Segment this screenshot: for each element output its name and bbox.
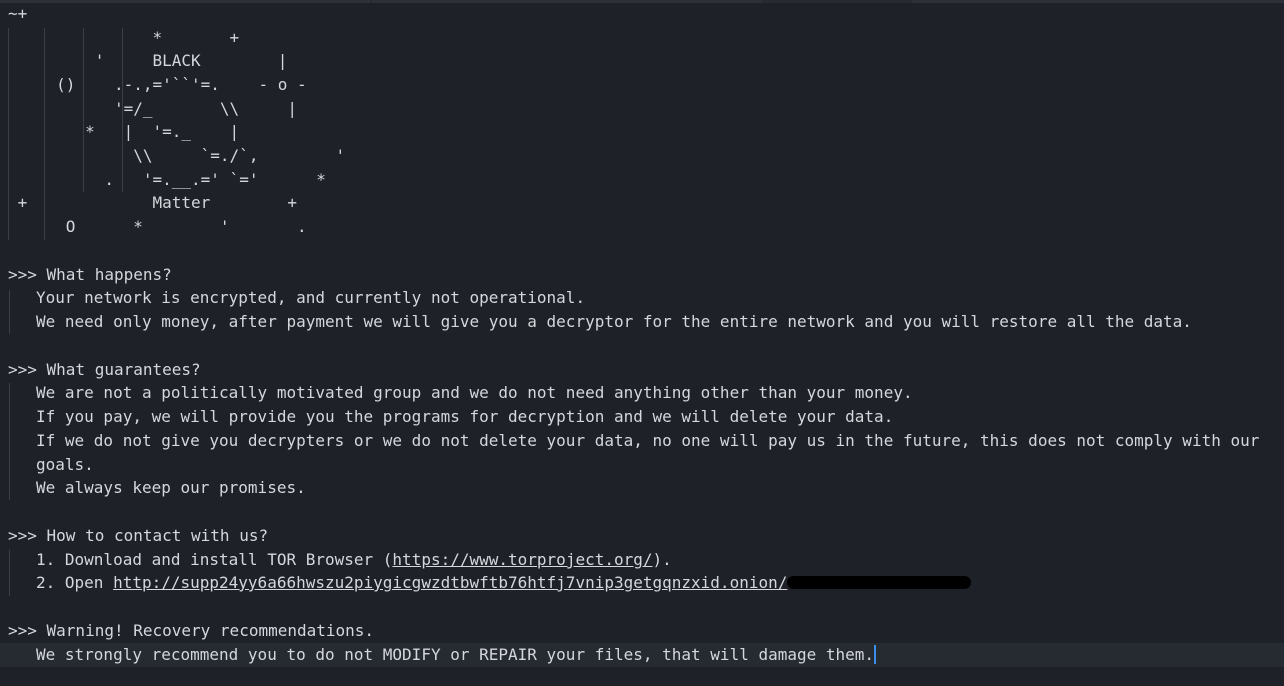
section-heading: >>> Warning! Recovery recommendations. — [8, 621, 375, 640]
ascii-art-line: * | '=._ | — [8, 122, 240, 141]
section-heading: >>> What happens? — [8, 265, 172, 284]
indent-guide — [9, 290, 10, 334]
tab-strip-segment — [0, 0, 370, 3]
onion-link[interactable]: http://supp24yy6a66hwszu2piygicgwzdtbwft… — [113, 573, 972, 592]
tab-strip-segment — [912, 0, 1284, 3]
ascii-art-line: * + — [8, 28, 240, 47]
ascii-art-line: O * ' . — [8, 217, 307, 236]
note-text-line: We are not a politically motivated group… — [36, 383, 913, 402]
step-text: 2. Open — [36, 573, 114, 592]
onion-link-text: http://supp24yy6a66hwszu2piygicgwzdtbwft… — [113, 573, 788, 592]
section-heading: >>> What guarantees? — [8, 360, 201, 379]
note-text-line: We need only money, after payment we wil… — [36, 312, 1192, 331]
section-heading: >>> How to contact with us? — [8, 526, 269, 545]
ascii-art-line: '=/_ \\ | — [8, 99, 297, 118]
ascii-art-line: . '=.__.=' `=' * — [8, 170, 326, 189]
redaction-mark — [787, 575, 972, 589]
tor-project-link[interactable]: https://www.torproject.org/ — [392, 550, 652, 569]
note-text-line[interactable]: We strongly recommend you to do not MODI… — [36, 643, 877, 667]
contact-step-2: 2. Open http://supp24yy6a66hwszu2piygicg… — [36, 571, 972, 595]
step-text: 1. Download and install TOR Browser ( — [36, 550, 393, 569]
step-text: ). — [652, 550, 672, 569]
note-text-line: Your network is encrypted, and currently… — [36, 288, 586, 307]
indent-guide — [9, 550, 10, 596]
editor-top-strip — [0, 0, 1284, 3]
indent-guide — [9, 383, 10, 500]
contact-step-1: 1. Download and install TOR Browser (htt… — [36, 548, 672, 572]
note-text-line: If we do not give you decrypters or we d… — [36, 431, 1260, 450]
text-caret — [874, 644, 877, 664]
ascii-art-line: ' BLACK | — [8, 51, 288, 70]
warning-text: We strongly recommend you to do not MODI… — [36, 645, 875, 664]
ascii-art-line: () .-.,='``'=. - o - — [8, 75, 307, 94]
note-text-line: We always keep our promises. — [36, 478, 306, 497]
ascii-art-line: + Matter + — [8, 193, 297, 212]
ascii-art-line: \\ `=./`, ' — [8, 146, 346, 165]
note-text-line: If you pay, we will provide you the prog… — [36, 407, 894, 426]
ascii-art-line: ~+ — [8, 4, 28, 23]
tab-strip-segment — [372, 0, 762, 3]
note-text-line: goals. — [36, 455, 94, 474]
